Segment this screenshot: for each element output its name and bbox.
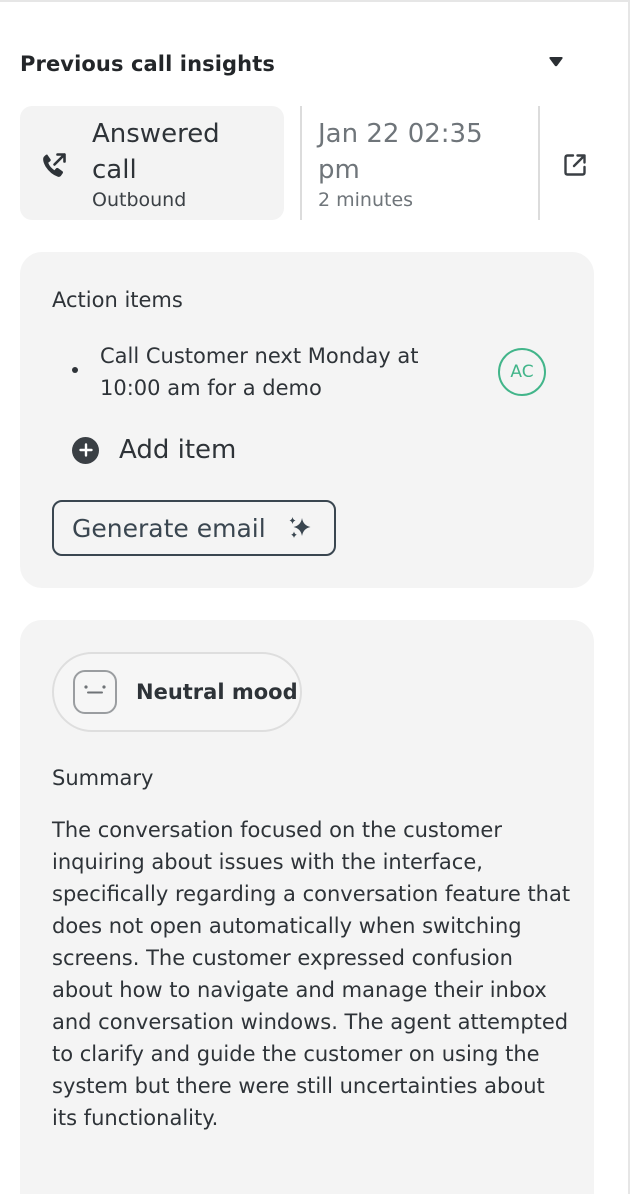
add-item-button[interactable]: Add item <box>72 432 236 468</box>
call-status-card: Answered call Outbound <box>20 106 284 220</box>
call-datetime-block: Jan 22 02:35 pm <box>318 116 528 188</box>
add-item-label: Add item <box>119 435 237 465</box>
plus-circle-icon <box>72 436 99 464</box>
outbound-call-icon <box>43 153 66 177</box>
summary-label: Summary <box>52 766 154 790</box>
mood-badge: Neutral mood <box>52 652 302 732</box>
call-datetime: Jan 22 02:35 pm <box>318 119 483 185</box>
action-items-label: Action items <box>52 288 183 312</box>
generate-email-button[interactable]: Generate email <box>52 500 336 556</box>
call-insights-panel: Previous call insights Answered call Out… <box>0 0 630 1194</box>
generate-email-label: Generate email <box>72 513 266 543</box>
action-items-card: Action items Call Customer next Monday a… <box>20 252 594 588</box>
call-status-title: Answered call <box>92 119 220 185</box>
sparkle-icon <box>289 517 311 538</box>
mood-label: Neutral mood <box>136 680 298 704</box>
action-item-text: Call Customer next Monday at 10:00 am fo… <box>100 344 419 400</box>
call-duration: 2 minutes <box>318 189 414 211</box>
section-title: Previous call insights <box>20 52 275 76</box>
action-item: Call Customer next Monday at 10:00 am fo… <box>52 340 572 406</box>
call-direction: Outbound <box>92 189 187 211</box>
neutral-face-icon <box>73 670 117 714</box>
insights-header: Previous call insights <box>20 48 580 80</box>
bullet <box>72 367 78 373</box>
summary-card: Neutral mood Summary The conversation fo… <box>20 620 594 1194</box>
open-call-button[interactable] <box>560 150 590 180</box>
external-link-icon <box>564 154 586 176</box>
divider <box>538 106 540 220</box>
collapse-toggle[interactable] <box>544 50 568 74</box>
caret-down-icon <box>549 57 563 67</box>
divider <box>300 106 302 220</box>
summary-text: The conversation focused on the customer… <box>52 818 571 1130</box>
call-summary-row: Answered call Outbound Jan 22 02:35 pm 2… <box>20 106 600 220</box>
assignee-avatar[interactable]: AC <box>498 348 546 396</box>
